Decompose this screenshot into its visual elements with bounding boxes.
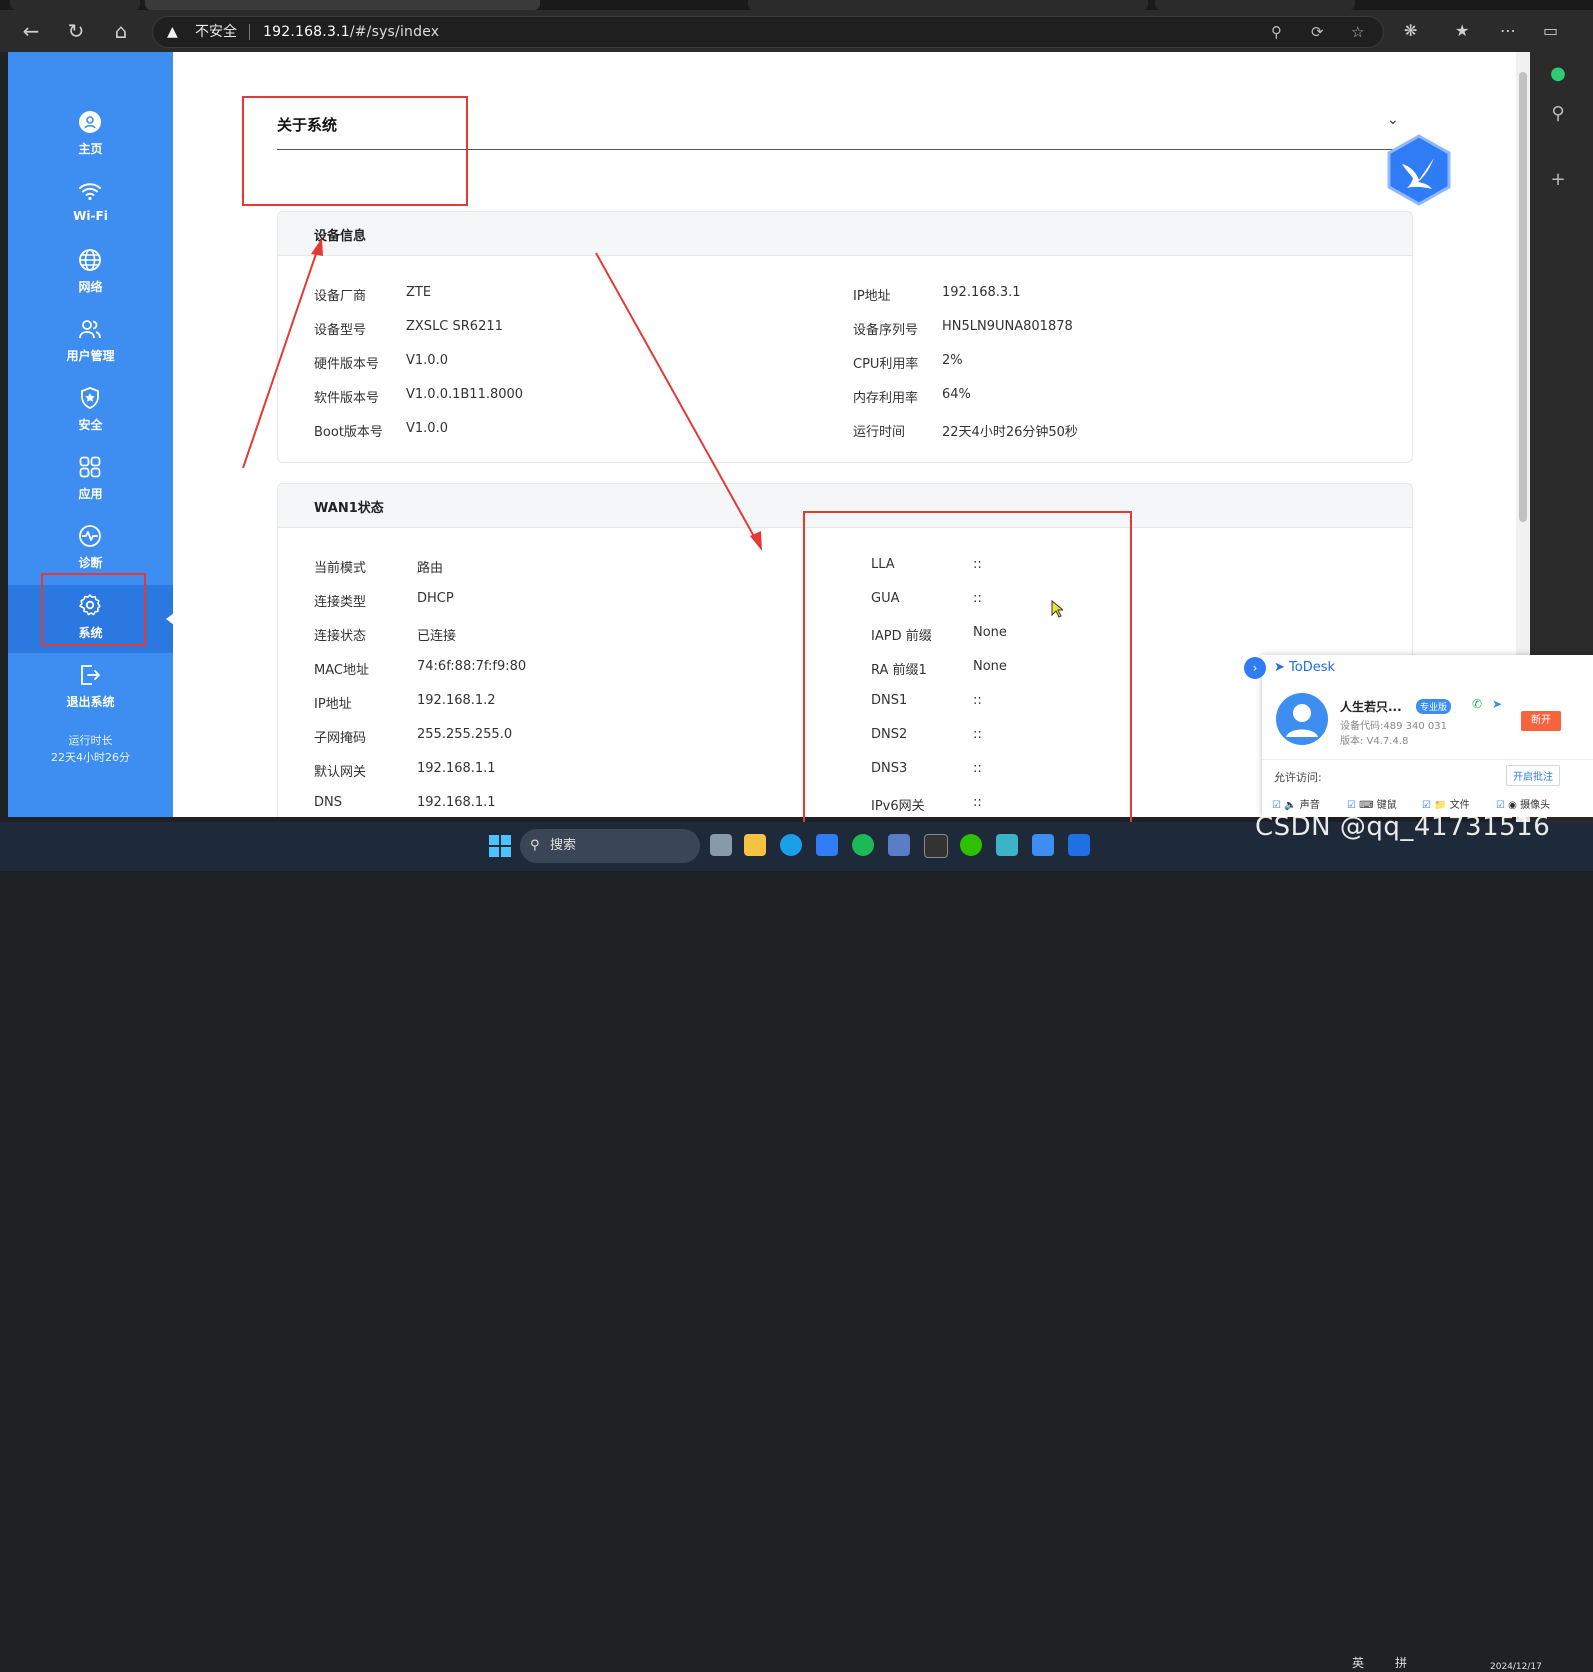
allow-access-label: 允许访问: bbox=[1274, 771, 1322, 784]
disconnect-button[interactable]: 断开 bbox=[1521, 711, 1561, 731]
option-label: 声音 bbox=[1299, 800, 1320, 811]
person-icon bbox=[1286, 704, 1318, 737]
csdn-watermark: CSDN @qq_41731516 bbox=[1255, 812, 1551, 842]
pro-badge: 专业版 bbox=[1416, 699, 1452, 714]
checkbox-icon: ☑ bbox=[1272, 800, 1281, 811]
phone-link-icon[interactable] bbox=[996, 834, 1018, 856]
todesk-brand-label: ToDesk bbox=[1289, 660, 1336, 675]
pointer-icon[interactable]: ➤ bbox=[1492, 697, 1502, 711]
camera-icon: ◉ bbox=[1508, 800, 1517, 811]
avatar bbox=[1276, 693, 1328, 745]
taskbar-date[interactable]: 2024/12/17 bbox=[1490, 1662, 1542, 1672]
search-placeholder: 搜索 bbox=[550, 838, 577, 853]
option-label: 键鼠 bbox=[1376, 800, 1397, 811]
taskbar-search[interactable]: ⚲ 搜索 bbox=[520, 829, 700, 863]
todesk-app-icon[interactable] bbox=[1068, 834, 1090, 856]
notepad-icon[interactable] bbox=[1032, 834, 1054, 856]
ime-mode[interactable]: 拼 bbox=[1395, 1654, 1407, 1671]
checkbox-icon: ☑ bbox=[1347, 800, 1356, 811]
device-code: 设备代码:489 340 031 bbox=[1340, 721, 1447, 732]
annotate-button[interactable]: 开启批注 bbox=[1506, 765, 1560, 786]
option-label: 摄像头 bbox=[1520, 800, 1551, 811]
option-sound[interactable]: ☑ 🔈 声音 bbox=[1272, 796, 1320, 811]
task-view-icon[interactable] bbox=[710, 834, 732, 856]
ime-language[interactable]: 英 bbox=[1352, 1654, 1364, 1671]
search-icon: ⚲ bbox=[530, 838, 540, 853]
option-camera[interactable]: ☑ ◉ 摄像头 bbox=[1496, 796, 1550, 811]
option-keyboard-mouse[interactable]: ☑ ⌨ 键鼠 bbox=[1347, 796, 1397, 811]
todesk-username: 人生若只... bbox=[1340, 700, 1402, 714]
remote-desktop-icon[interactable] bbox=[888, 834, 910, 856]
option-label: 文件 bbox=[1449, 800, 1470, 811]
checkbox-icon: ☑ bbox=[1496, 800, 1505, 811]
file-explorer-icon[interactable] bbox=[744, 834, 766, 856]
option-file[interactable]: ☑ 📁 文件 bbox=[1422, 796, 1470, 811]
app-icon[interactable] bbox=[816, 834, 838, 856]
terminal-icon[interactable] bbox=[924, 834, 948, 858]
wechat-icon[interactable] bbox=[960, 834, 982, 856]
edge-browser-icon[interactable] bbox=[780, 834, 802, 856]
folder-icon: 📁 bbox=[1434, 800, 1447, 811]
todesk-brand: ➤ ToDesk bbox=[1274, 660, 1336, 675]
windows-start-icon[interactable] bbox=[489, 835, 511, 857]
speaker-icon: 🔈 bbox=[1284, 800, 1297, 811]
todesk-panel: › ➤ ToDesk 人生若只... 专业版 ✆ ➤ 设备代码:489 340 … bbox=[1244, 655, 1593, 817]
keyboard-icon: ⌨ bbox=[1359, 800, 1374, 811]
chevron-right-icon[interactable]: › bbox=[1244, 657, 1266, 679]
todesk-divider bbox=[1262, 759, 1593, 760]
checkbox-icon: ☑ bbox=[1422, 800, 1431, 811]
phone-icon[interactable]: ✆ bbox=[1472, 697, 1482, 711]
green-app-icon[interactable] bbox=[852, 834, 874, 856]
todesk-version: 版本: V4.7.4.8 bbox=[1340, 736, 1409, 747]
